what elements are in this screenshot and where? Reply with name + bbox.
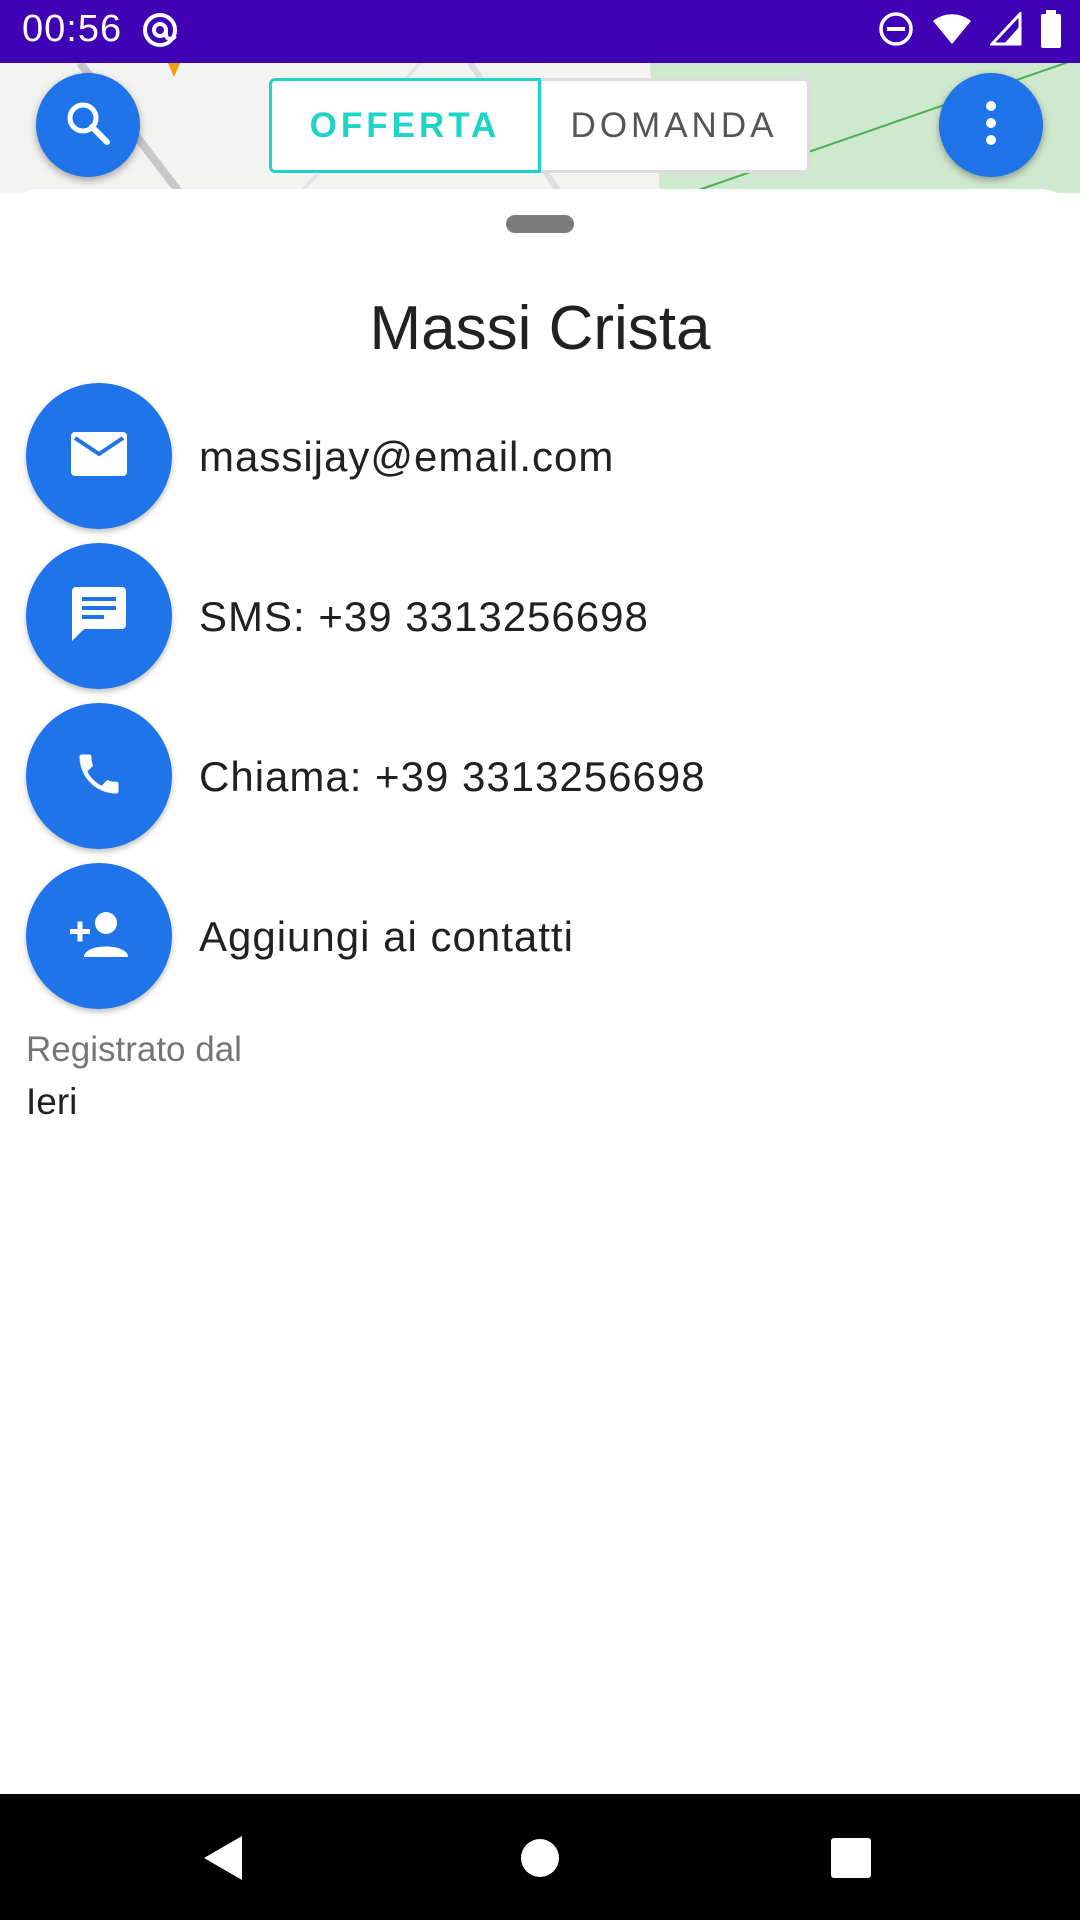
at-sign-icon	[140, 10, 180, 55]
person-add-icon	[68, 911, 130, 962]
contact-name: Massi Crista	[369, 294, 711, 363]
sms-button[interactable]	[26, 543, 172, 689]
call-action[interactable]: Chiama: +39 3313256698	[26, 703, 1066, 849]
sms-label: SMS: +39 3313256698	[199, 593, 649, 640]
sms-icon	[72, 586, 126, 646]
add-contact-action[interactable]: Aggiungi ai contatti	[26, 863, 1066, 1009]
sms-action[interactable]: SMS: +39 3313256698	[26, 543, 1066, 689]
email-action[interactable]: massijay@email.com	[26, 383, 1066, 529]
search-icon	[63, 98, 113, 153]
home-icon[interactable]	[520, 1838, 560, 1883]
add-contact-label: Aggiungi ai contatti	[199, 913, 574, 960]
wifi-icon	[932, 12, 972, 51]
tab-offerta[interactable]: OFFERTA	[269, 78, 541, 173]
call-button[interactable]	[26, 703, 172, 849]
email-icon	[71, 431, 127, 481]
navigation-bar	[0, 1794, 1080, 1920]
more-vert-icon	[981, 98, 1001, 153]
search-button[interactable]	[36, 73, 140, 177]
do-not-disturb-icon	[878, 11, 914, 52]
signal-icon	[988, 10, 1022, 51]
registered-since-label: Registrato dal	[26, 1030, 242, 1069]
call-label: Chiama: +39 3313256698	[199, 753, 706, 800]
email-label: massijay@email.com	[199, 433, 615, 480]
email-button[interactable]	[26, 383, 172, 529]
add-contact-button[interactable]	[26, 863, 172, 1009]
phone-icon	[73, 748, 125, 805]
contact-bottom-sheet: Massi Crista massijay@email.com SMS: +39…	[0, 189, 1080, 1794]
status-time: 00:56	[22, 8, 123, 50]
battery-icon	[1040, 10, 1062, 53]
registered-since-value: Ieri	[26, 1081, 78, 1122]
offer-demand-toggle: OFFERTA DOMANDA	[269, 78, 810, 173]
recents-icon[interactable]	[831, 1838, 871, 1883]
status-bar: 00:56	[0, 0, 1080, 63]
back-icon[interactable]	[204, 1836, 244, 1885]
sheet-drag-handle[interactable]	[506, 215, 574, 233]
more-options-button[interactable]	[939, 73, 1043, 177]
tab-domanda[interactable]: DOMANDA	[541, 78, 810, 173]
